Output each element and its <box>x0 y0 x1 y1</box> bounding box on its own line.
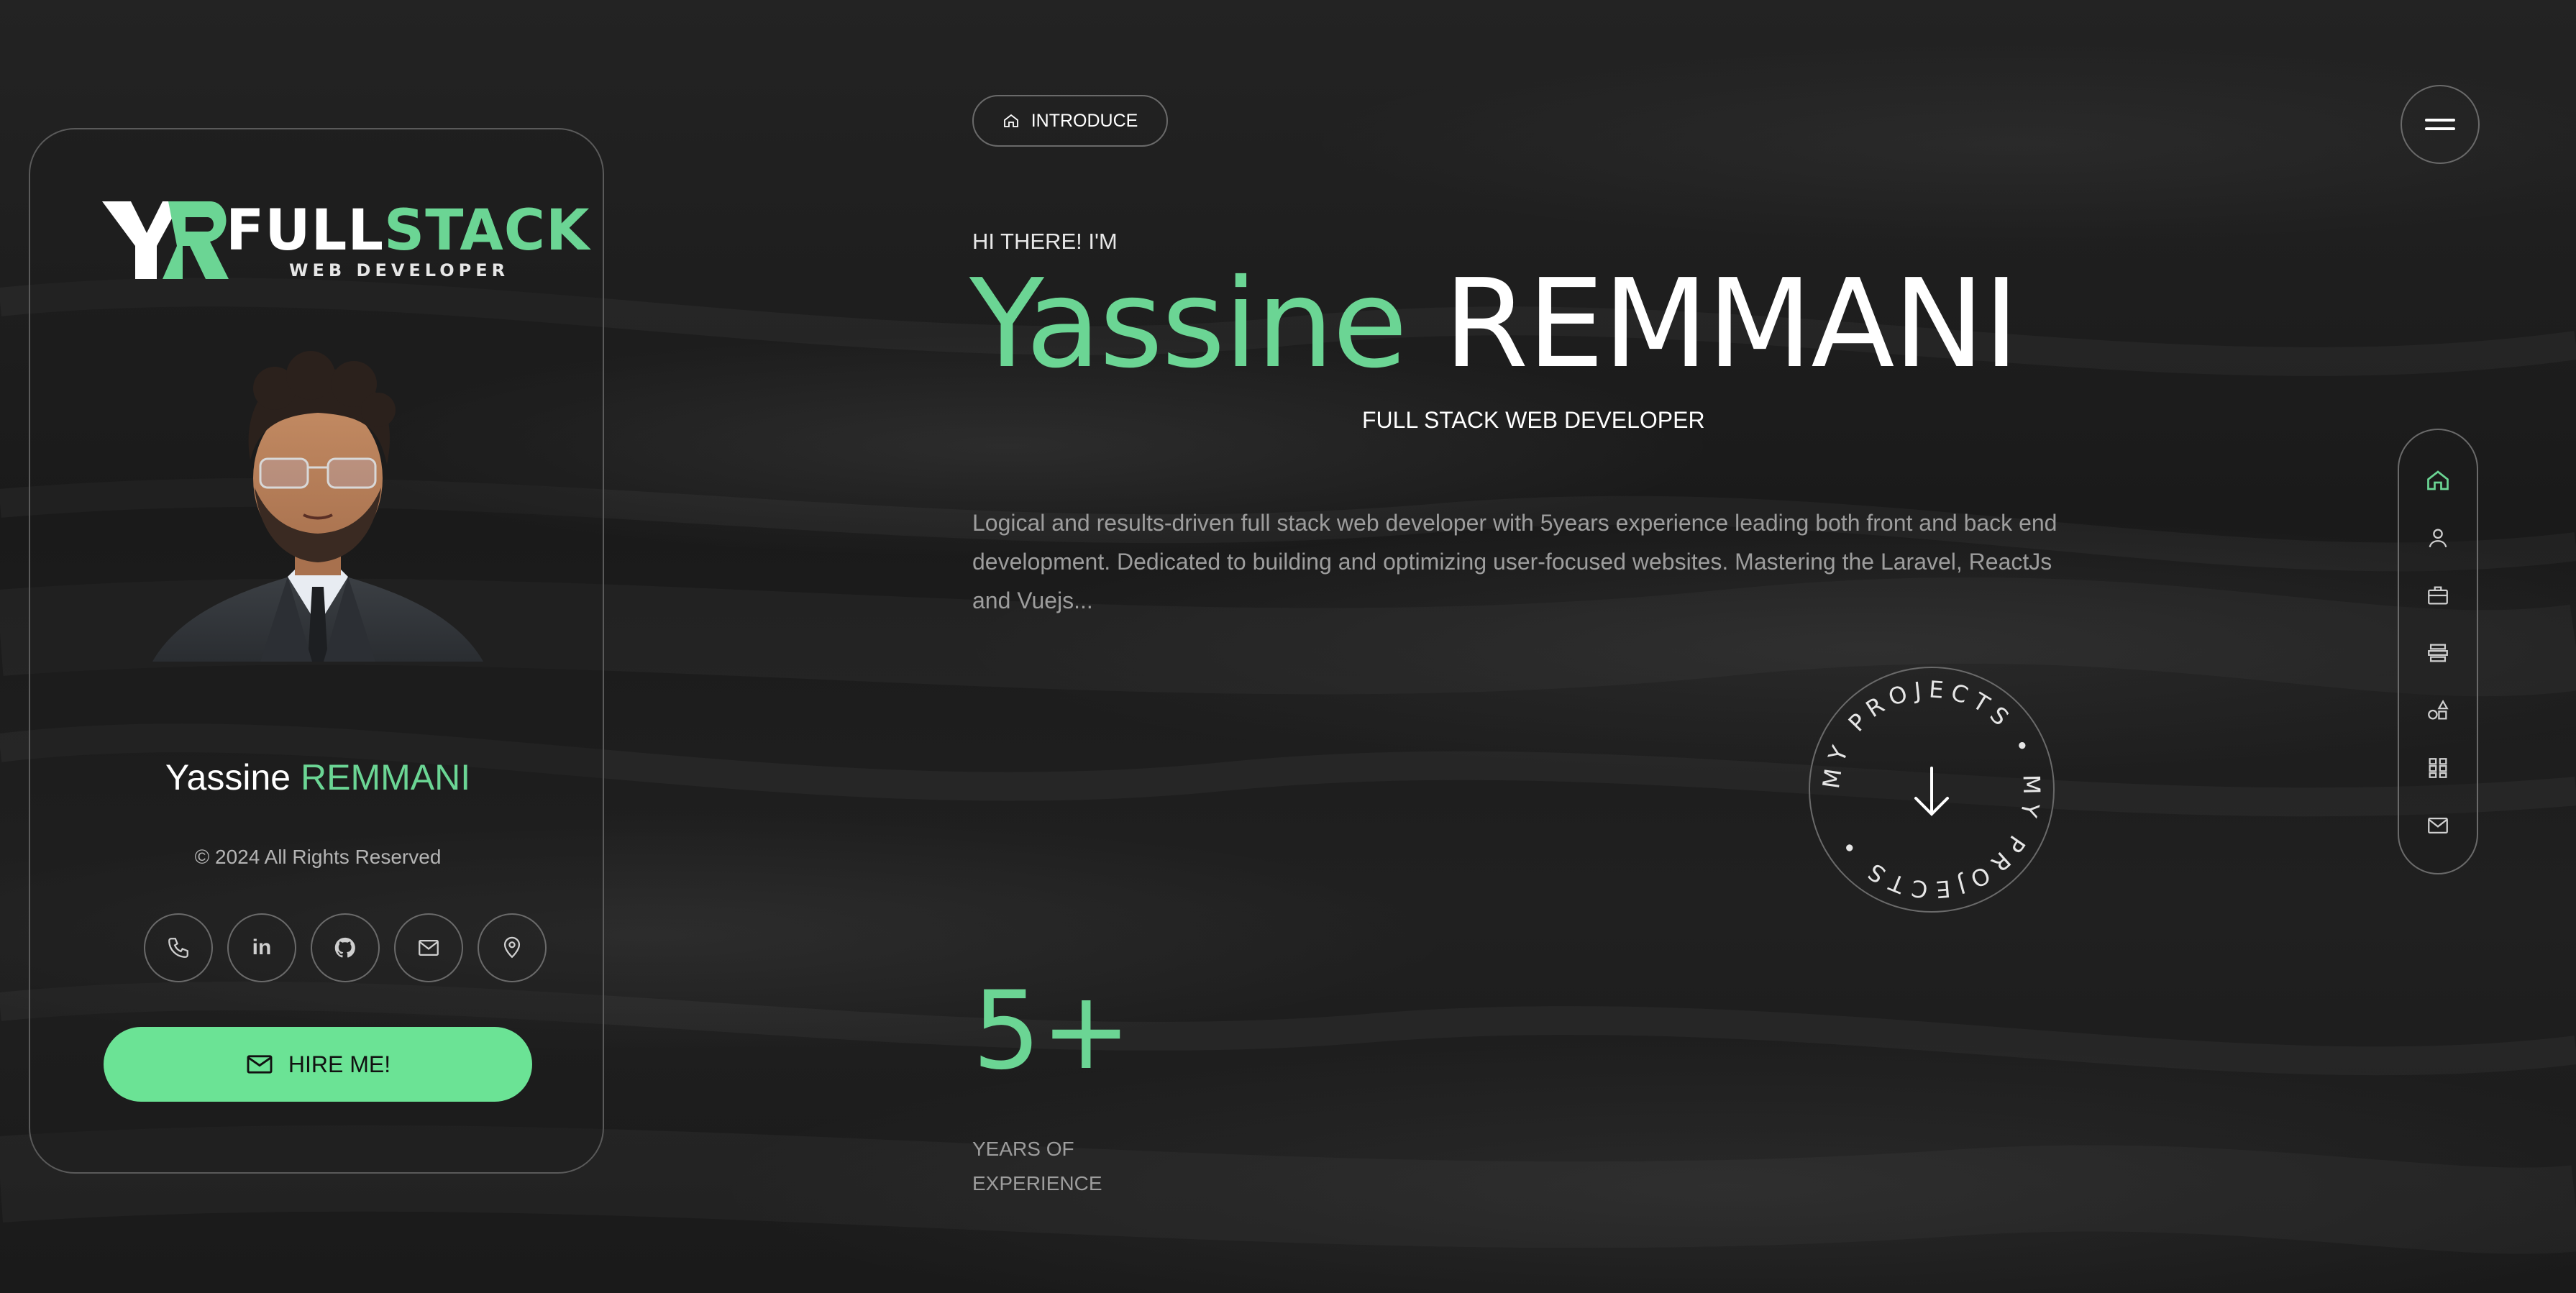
nav-services[interactable] <box>2399 631 2477 675</box>
nav-portfolio[interactable] <box>2399 746 2477 790</box>
experience-years-value: 5+ <box>972 969 1132 1094</box>
profile-photo <box>152 351 483 662</box>
profile-card: FULLSTACK WEB DEVELOPER Yassine REMMANI … <box>29 128 604 1174</box>
location-pin-icon <box>503 936 521 959</box>
portfolio-grid-icon <box>2429 758 2447 778</box>
nav-about[interactable] <box>2399 516 2477 559</box>
social-links: in <box>114 913 547 985</box>
logo-title: FULLSTACK <box>226 198 590 263</box>
github-icon <box>334 937 355 958</box>
mail-icon <box>419 939 439 956</box>
phone-icon <box>168 938 188 958</box>
location-button[interactable] <box>478 913 547 982</box>
card-name: Yassine REMMANI <box>165 757 471 798</box>
experience-label: YEARS OF EXPERIENCE <box>972 1138 1102 1194</box>
hire-me-button[interactable]: HIRE ME! <box>104 1027 532 1102</box>
section-pill-label: INTRODUCE <box>1031 110 1138 131</box>
resume-icon <box>2428 644 2448 662</box>
home-icon <box>1003 114 1018 127</box>
home-icon <box>2427 470 2449 490</box>
my-projects-button[interactable]: MY PROJECTS • MY PROJECTS • <box>1807 664 2057 915</box>
phone-button[interactable] <box>144 913 213 982</box>
hire-me-label: HIRE ME! <box>288 1051 391 1077</box>
nav-home[interactable] <box>2399 459 2477 502</box>
briefcase-icon <box>2428 586 2448 605</box>
nav-skills[interactable] <box>2399 689 2477 732</box>
email-button[interactable] <box>394 913 463 982</box>
nav-resume[interactable] <box>2399 574 2477 617</box>
linkedin-icon: in <box>252 936 272 959</box>
github-button[interactable] <box>311 913 380 982</box>
services-icon <box>2428 699 2449 720</box>
role-title: FULL STACK WEB DEVELOPER <box>1362 407 1705 433</box>
nav-contact[interactable] <box>2399 804 2477 847</box>
hamburger-menu-button[interactable] <box>2401 85 2480 164</box>
section-pill-introduce[interactable]: INTRODUCE <box>972 95 1168 147</box>
menu-icon <box>2425 119 2455 130</box>
page: FULLSTACK WEB DEVELOPER Yassine REMMANI … <box>0 0 2576 1293</box>
user-icon <box>2429 529 2447 548</box>
hero-name: Yassine REMMANI <box>969 253 2019 396</box>
yr-logo-icon <box>102 201 229 279</box>
greeting: HI THERE! I'M <box>972 229 1118 254</box>
copyright-text: © 2024 All Rights Reserved <box>194 846 442 868</box>
linkedin-button[interactable]: in <box>227 913 296 982</box>
logo-subtitle: WEB DEVELOPER <box>289 260 510 280</box>
contact-mail-icon <box>2428 817 2448 834</box>
side-navigation <box>2398 429 2478 874</box>
mail-icon <box>247 1055 273 1074</box>
bio-text: Logical and results-driven full stack we… <box>972 510 2057 613</box>
